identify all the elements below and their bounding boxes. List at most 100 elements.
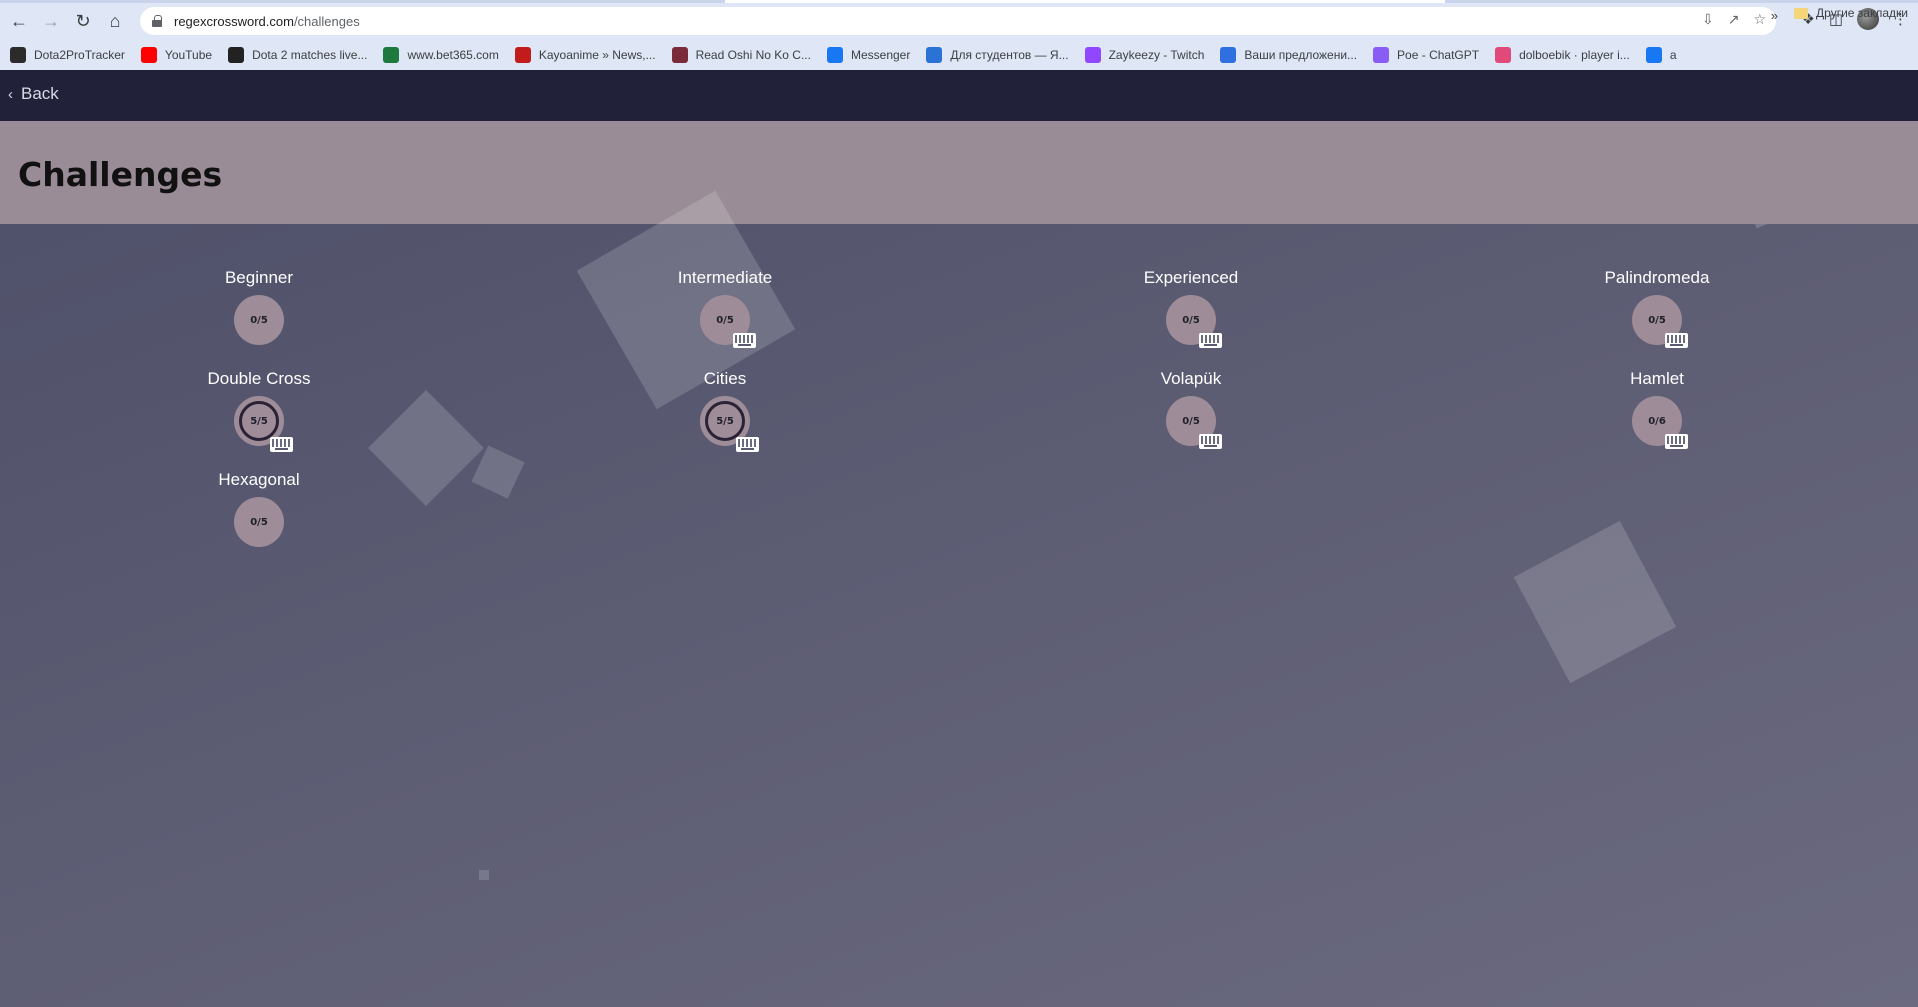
challenge-name: Experienced [1143,268,1239,287]
keyboard-icon [1665,333,1688,348]
progress-badge[interactable]: 0/5 [1166,295,1222,348]
forward-arrow-icon[interactable]: → [38,8,64,34]
bookmark-item[interactable]: www.bet365.com [383,47,499,63]
challenge-beginner[interactable]: Beginner 0/5 [139,268,379,345]
decorative-square [479,870,489,880]
bookmark-favicon-icon [383,47,400,63]
bookmark-favicon-icon [926,47,943,63]
challenge-double-cross[interactable]: Double Cross 5/5 [139,369,379,452]
progress-count: 0/5 [716,314,734,326]
bookmarks-bar: Dota2ProTracker YouTube Dota 2 matches liv… [0,40,1918,70]
bookmark-favicon-icon [671,47,688,63]
bookmark-favicon-icon [826,47,843,63]
challenge-name: Palindromeda [1604,268,1710,287]
completion-ring [705,401,745,441]
page-title: Challenges [18,155,223,194]
challenge-volapuk[interactable]: Volapük 0/5 [1071,369,1311,449]
challenge-name: Cities [703,369,747,388]
decorative-square [471,445,525,499]
back-label: Back [21,84,59,103]
share-icon[interactable]: ↗ [1728,11,1740,28]
chevron-left-icon: ‹ [8,85,13,103]
challenge-cities[interactable]: Cities 5/5 [605,369,845,452]
bookmark-item[interactable]: Для студентов — Я... [926,47,1069,63]
bookmark-item[interactable]: Dota2ProTracker [10,47,125,63]
progress-badge[interactable]: 0/5 [1632,295,1688,348]
bookmark-item[interactable]: Read Oshi No Ko C... [671,47,811,63]
progress-count: 0/5 [1182,314,1200,326]
bookmark-label: Read Oshi No Ko C... [695,48,811,62]
challenge-name: Intermediate [677,268,773,287]
other-bookmarks-folder[interactable]: Другие закладки [1794,6,1908,20]
challenge-hexagonal[interactable]: Hexagonal 0/5 [139,470,379,547]
progress-badge[interactable]: 0/6 [1632,396,1688,449]
progress-count: 0/5 [250,516,268,528]
bookmark-item[interactable]: Poe - ChatGPT [1373,47,1479,63]
home-icon[interactable]: ⌂ [102,8,128,34]
reload-icon[interactable]: ↻ [70,8,96,34]
page-header: Challenges [0,121,1918,224]
bookmark-label: www.bet365.com [407,48,499,62]
bookmark-item[interactable]: Kayoanime » News,... [514,47,656,63]
url-path: /challenges [293,13,360,29]
progress-badge[interactable]: 0/5 [234,497,284,547]
bookmark-item[interactable]: Ваши предложени... [1220,47,1357,63]
bookmark-item[interactable]: dolboebik · player i... [1495,47,1630,63]
progress-badge-complete[interactable]: 5/5 [234,396,293,452]
progress-badge[interactable]: 0/5 [234,295,284,345]
challenge-intermediate[interactable]: Intermediate 0/5 [605,268,845,348]
bookmark-item[interactable]: Messenger [826,47,911,63]
keyboard-icon [1199,333,1222,348]
bookmark-label: Для студентов — Я... [950,48,1069,62]
bookmark-label: Dota 2 matches live... [252,48,368,62]
back-arrow-icon[interactable]: ← [6,8,32,34]
challenge-experienced[interactable]: Experienced 0/5 [1071,268,1311,348]
challenge-name: Beginner [224,268,294,287]
challenge-hamlet[interactable]: Hamlet 0/6 [1537,369,1777,449]
bookmark-label: YouTube [164,48,213,62]
url-host: regexcrossword.com [174,13,294,29]
bookmark-favicon-icon [1220,47,1237,63]
decorative-square [1513,520,1677,684]
bookmark-favicon-icon [10,47,26,63]
bookmark-item[interactable]: a [1645,47,1677,63]
bookmark-favicon-icon [140,47,157,63]
bookmark-label: Dota2ProTracker [34,48,125,62]
progress-count: 0/5 [250,314,268,326]
bookmark-label: a [1669,48,1677,62]
challenge-name: Hexagonal [218,470,300,489]
bookmark-favicon-icon [1084,47,1101,63]
bookmark-favicon-icon [1495,47,1512,63]
keyboard-icon [270,437,293,452]
progress-badge[interactable]: 0/5 [700,295,756,348]
lock-icon[interactable] [152,15,162,27]
bookmark-item[interactable]: Zaykeezy - Twitch [1084,47,1204,63]
bookmark-item[interactable]: Dota 2 matches live... [228,47,367,63]
bookmark-favicon-icon [1645,47,1662,63]
bookmark-favicon-icon [514,47,531,63]
progress-count: 0/6 [1648,415,1666,427]
challenge-name: Volapük [1160,369,1222,388]
back-link[interactable]: ‹ Back [8,84,59,104]
challenge-palindromeda[interactable]: Palindromeda 0/5 [1537,268,1777,348]
browser-chrome: ← → ↻ ⌂ regexcrossword.com/challenges ⇩ … [0,0,1918,70]
address-bar-actions: ⇩ ↗ ☆ [1702,11,1766,28]
address-bar[interactable]: regexcrossword.com/challenges ⇩ ↗ ☆ [140,7,1776,35]
progress-badge[interactable]: 0/5 [1166,396,1222,449]
star-icon[interactable]: ☆ [1753,11,1766,28]
bookmark-label: Messenger [850,48,911,62]
other-bookmarks-label: Другие закладки [1816,6,1908,20]
progress-count: 0/5 [1648,314,1666,326]
bookmark-label: Poe - ChatGPT [1397,48,1480,62]
bookmark-item[interactable]: YouTube [140,47,213,63]
progress-badge-complete[interactable]: 5/5 [700,396,759,452]
browser-toolbar: ← → ↻ ⌂ regexcrossword.com/challenges ⇩ … [0,3,1918,39]
keyboard-icon [736,437,759,452]
progress-count: 0/5 [1182,415,1200,427]
bookmarks-overflow-chevron[interactable]: » [1771,8,1778,23]
bookmark-favicon-icon [1373,47,1390,63]
challenge-name: Double Cross [207,369,311,388]
keyboard-icon [1199,434,1222,449]
install-icon[interactable]: ⇩ [1702,11,1714,28]
keyboard-icon [1665,434,1688,449]
